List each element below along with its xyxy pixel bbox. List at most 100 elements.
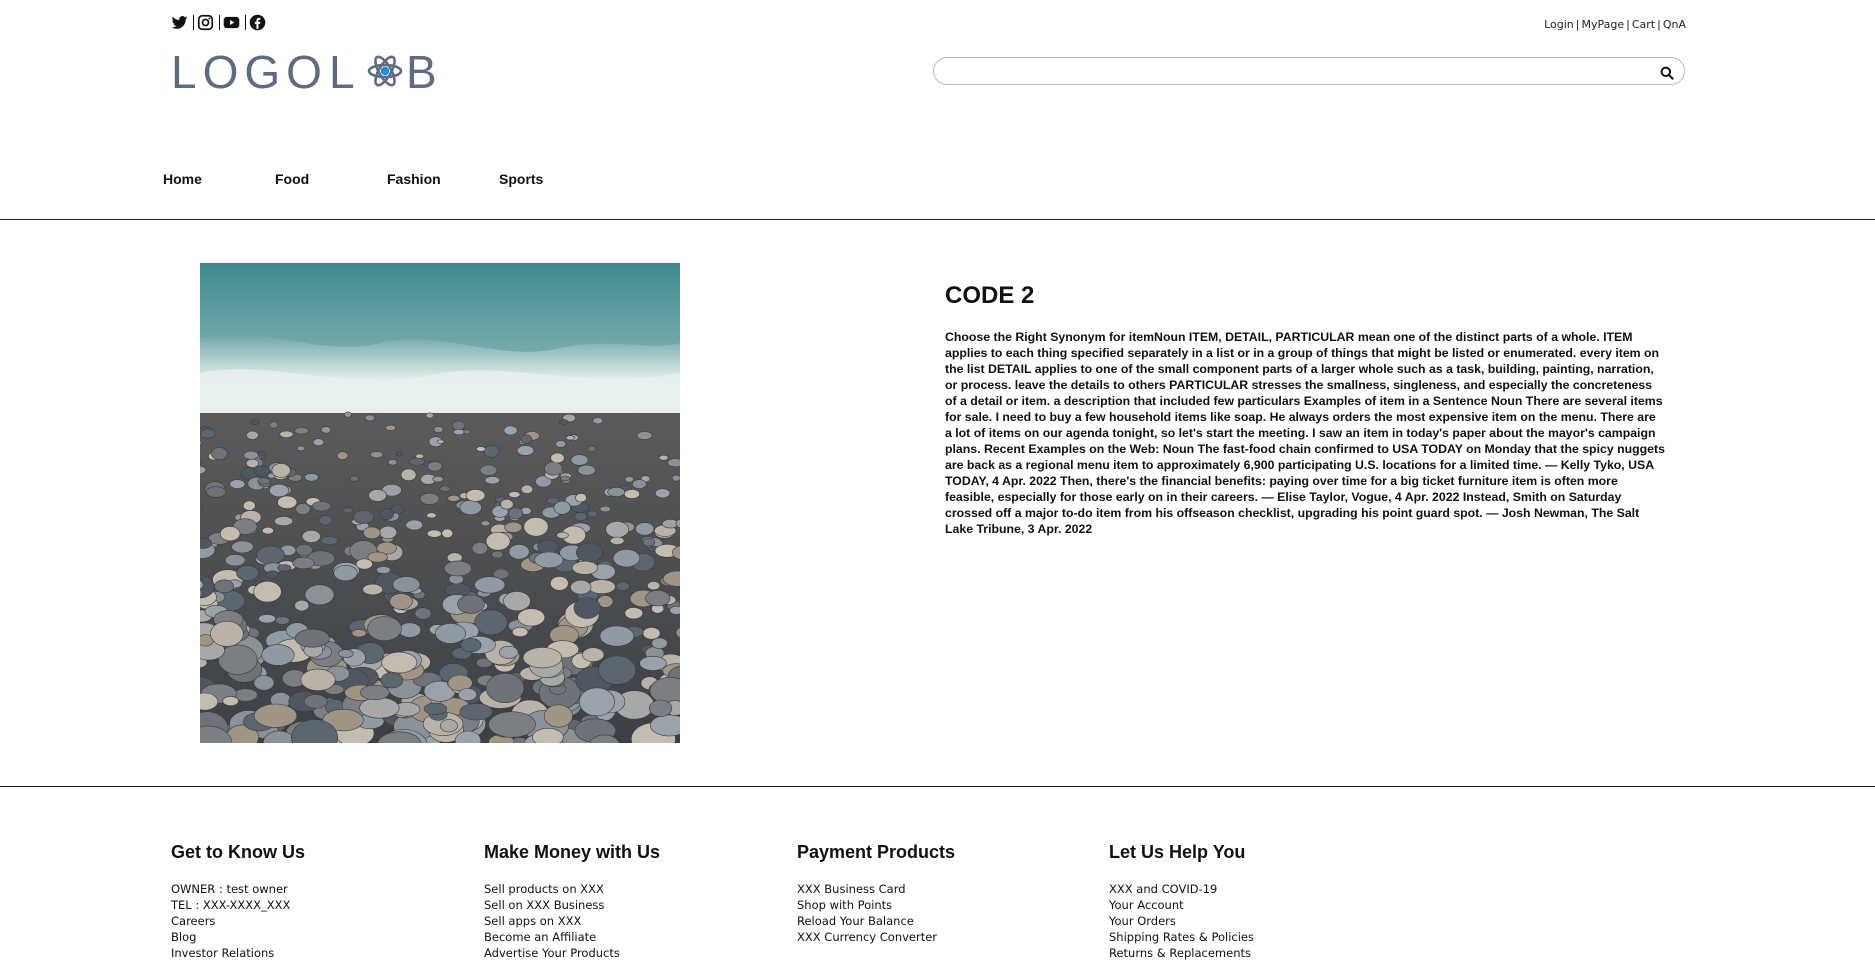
pebble [544,461,563,476]
pebble [532,728,564,743]
pebble [587,579,616,595]
pebble [457,594,485,614]
pebble [491,550,504,559]
pebble [269,421,279,429]
footer-link[interactable]: Sell products on XXX [484,881,774,897]
pebble [439,485,451,492]
footer-link[interactable]: XXX Business Card [797,881,1087,897]
search-input[interactable] [948,62,1642,82]
pebble [498,645,519,659]
footer-tel: TEL : XXX-XXXX_XXX [171,898,291,912]
site-logo[interactable]: LOGO L B [171,46,441,98]
pebble [277,564,292,572]
pebble [437,439,445,444]
pebble [398,622,422,638]
pebble [261,526,274,535]
twitter-icon[interactable] [171,14,188,31]
pebble [578,687,615,717]
footer-link[interactable]: Become an Affiliate [484,929,774,945]
pebble [453,428,465,436]
pebble [392,576,421,593]
pebble [253,581,282,603]
footer-link-investor[interactable]: Investor Relations [171,945,461,961]
pebble [256,545,285,565]
nav-item-sports[interactable]: Sports [499,171,543,187]
pebble [631,479,647,489]
pebble [311,501,332,512]
pebble [258,614,276,624]
pebble [555,440,567,448]
pebble [275,616,290,625]
qna-link[interactable]: QnA [1663,18,1686,31]
pebble [433,426,444,433]
pebble [645,590,671,607]
pebble [658,454,669,461]
link-separator: | [1575,18,1580,31]
pebble [294,599,310,612]
social-links [171,14,266,31]
pebble [439,719,458,733]
pebble [236,565,259,581]
pebble [415,453,425,459]
search-icon[interactable] [1660,65,1674,80]
pebble [266,570,279,579]
footer-link[interactable]: Reload Your Balance [797,913,1087,929]
pebble [485,531,511,551]
cart-link[interactable]: Cart [1632,18,1655,31]
pebble [269,483,290,498]
pebble [556,531,569,539]
pebble [214,579,235,594]
nav-item-fashion[interactable]: Fashion [387,171,499,187]
pebble [367,551,388,563]
pebble [485,672,525,703]
footer-link[interactable]: Your Account [1109,897,1399,913]
nav-item-home[interactable]: Home [163,171,275,187]
nav-item-food[interactable]: Food [275,171,387,187]
pebble [222,696,239,707]
pebble [261,644,295,666]
footer-link[interactable]: Sell on XXX Business [484,897,774,913]
facebook-icon[interactable] [249,14,266,31]
pebble [516,445,535,456]
pebble [320,535,339,545]
footer-link[interactable]: Advertise Your Products [484,945,774,961]
login-link[interactable]: Login [1544,18,1574,31]
pebble [610,536,625,545]
pebble [574,512,588,522]
pebble [623,489,640,499]
pebble [242,500,256,511]
pebble [367,616,402,642]
pebble [210,620,244,647]
footer-link[interactable]: Your Orders [1109,913,1399,929]
instagram-icon[interactable] [197,14,214,31]
pebble [292,557,315,570]
pebble [300,668,336,692]
footer-link[interactable]: Returns & Replacements [1109,945,1399,961]
product-description: Choose the Right Synonym for itemNoun IT… [945,330,1665,536]
pebble [338,649,354,658]
mypage-link[interactable]: MyPage [1582,18,1625,31]
pebble [229,479,246,489]
footer-link[interactable]: XXX and COVID-19 [1109,881,1399,897]
pebble [575,493,587,503]
pebble [553,500,571,515]
youtube-icon[interactable] [223,14,240,31]
footer-link-blog[interactable]: Blog [171,929,461,945]
pebble [558,419,569,425]
pebble [483,445,500,458]
pebble [639,655,667,671]
atom-icon [367,55,403,87]
footer-link[interactable]: Shipping Rates & Policies [1109,929,1399,945]
pebble [257,477,271,485]
footer-link[interactable]: XXX Currency Converter [797,929,1087,945]
pebble [381,651,418,674]
pebble [624,607,644,620]
footer-owner: OWNER : test owner [171,882,288,896]
pebble [655,488,671,499]
pebble [279,430,294,439]
footer-link[interactable]: Shop with Points [797,897,1087,913]
pebble [426,512,437,519]
footer-heading: Make Money with Us [484,842,661,862]
footer-link[interactable]: Sell apps on XXX [484,913,774,929]
footer-link-careers[interactable]: Careers [171,913,461,929]
